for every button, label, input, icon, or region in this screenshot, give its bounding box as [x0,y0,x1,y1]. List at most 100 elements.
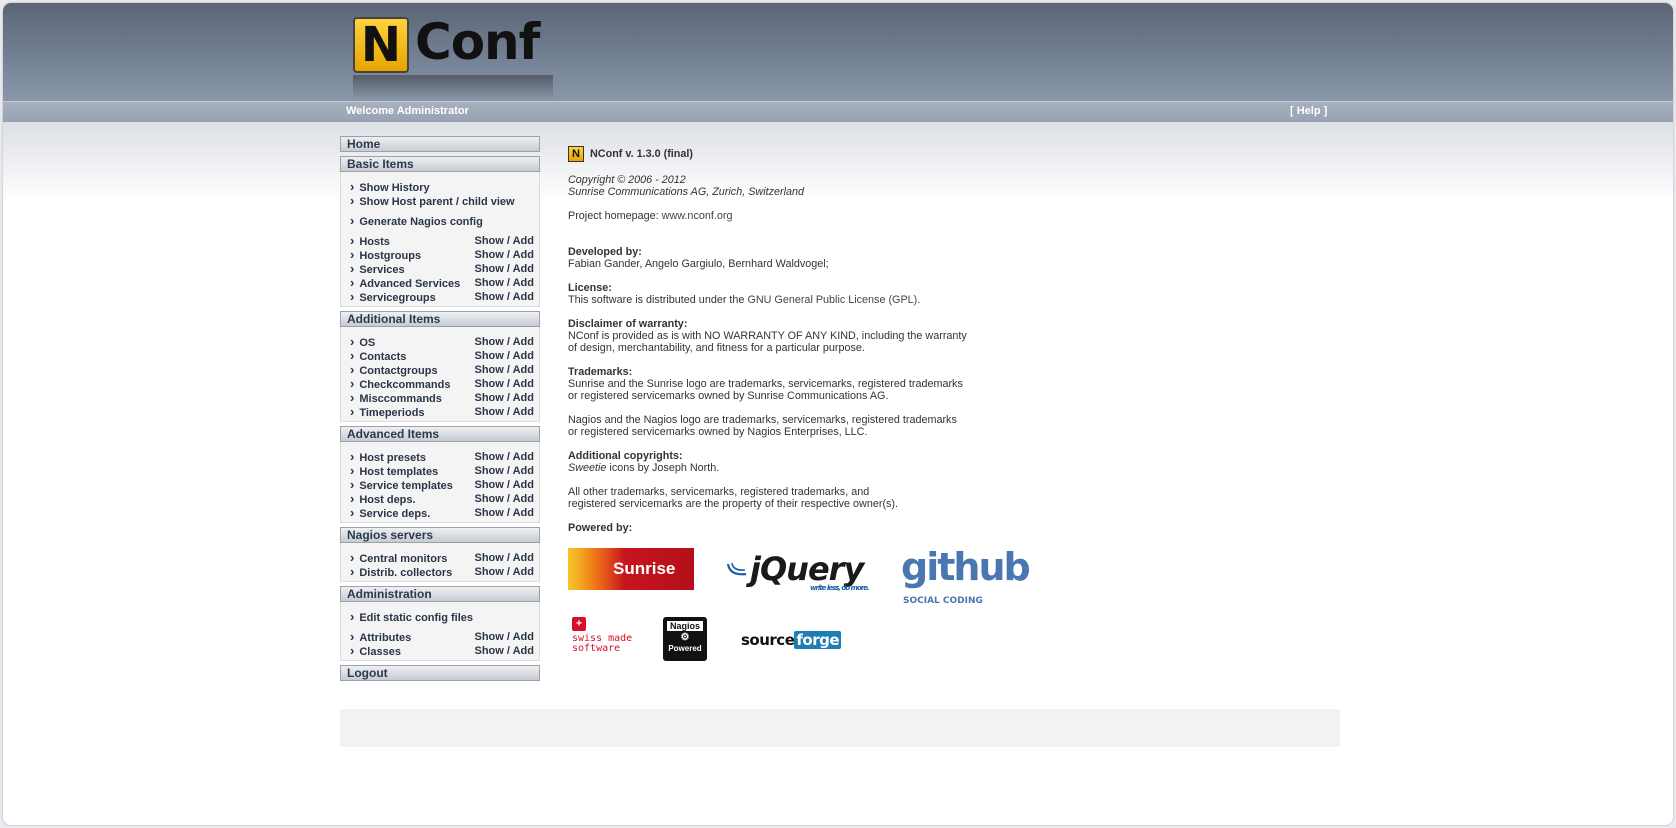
add-link[interactable]: Add [513,406,534,418]
add-link[interactable]: Add [513,552,534,564]
menu-item-label[interactable]: Distrib. collectors [350,565,452,579]
add-link[interactable]: Add [513,479,534,491]
show-link[interactable]: Show [475,277,504,289]
show-link[interactable]: Show [475,566,504,578]
menu-item-label[interactable]: Host templates [350,464,438,478]
swiss-made-logo[interactable]: + swiss made software [572,617,632,654]
show-link[interactable]: Show [475,493,504,505]
menu-administration-header[interactable]: Administration [340,586,540,602]
add-link[interactable]: Add [513,631,534,643]
add-link[interactable]: Add [513,392,534,404]
jquery-logo[interactable]: jQuery write less, do more. [750,550,870,592]
homepage-label: Project homepage: [568,210,662,222]
show-link[interactable]: Show [475,631,504,643]
show-link[interactable]: Show [475,451,504,463]
add-link[interactable]: Add [513,350,534,362]
add-link[interactable]: Add [513,263,534,275]
show-link[interactable]: Show [475,392,504,404]
menu-logout[interactable]: Logout [340,665,540,681]
show-link[interactable]: Show [475,406,504,418]
show-link[interactable]: Show [475,364,504,376]
help-link[interactable]: [ Help ] [1290,105,1327,117]
menu-additional-items-header[interactable]: Additional Items [340,311,540,327]
menu-item-generate-config[interactable]: Generate Nagios config [350,214,534,228]
menu-item-label[interactable]: Classes [350,644,401,658]
show-link[interactable]: Show [475,479,504,491]
show-link[interactable]: Show [475,235,504,247]
add-link[interactable]: Add [513,277,534,289]
github-logo[interactable]: github SOCIAL CODING [901,548,1031,606]
add-link[interactable]: Add [513,378,534,390]
menu-home[interactable]: Home [340,136,540,152]
add-link[interactable]: Add [513,235,534,247]
trademarks-title: Trademarks: [568,366,633,378]
menu-item-label[interactable]: Attributes [350,630,411,644]
menu-item-label[interactable]: Host presets [350,450,426,464]
add-link[interactable]: Add [513,493,534,505]
menu-basic-items-header[interactable]: Basic Items [340,156,540,172]
menu-item-show-history[interactable]: Show History [350,180,534,194]
menu-item-hosts: Hosts Show / Add [350,234,534,248]
separator: / [503,392,513,404]
menu-item-label[interactable]: Hosts [350,234,390,248]
add-link[interactable]: Add [513,336,534,348]
menu-item-label[interactable]: Servicegroups [350,290,435,304]
menu-item-label[interactable]: Central monitors [350,551,447,565]
menu-nagios-servers-header[interactable]: Nagios servers [340,527,540,543]
developed-text: Fabian Gander, Angelo Gargiulo, Bernhard… [568,258,829,270]
menu-item-label[interactable]: Generate Nagios config [350,214,482,228]
menu-item-label[interactable]: Checkcommands [350,377,450,391]
sunrise-logo[interactable]: Sunrise [568,548,694,590]
menu-item-contacts: Contacts Show / Add [350,349,534,363]
menu-item-label[interactable]: OS [350,335,375,349]
menu-item-edit-static[interactable]: Edit static config files [350,610,534,624]
show-link[interactable]: Show [475,291,504,303]
menu-item-host-templates: Host templates Show / Add [350,464,534,478]
menu-item-label[interactable]: Contacts [350,349,406,363]
add-link[interactable]: Add [513,291,534,303]
add-link[interactable]: Add [513,465,534,477]
show-link[interactable]: Show [475,350,504,362]
menu-item-show-host-parent[interactable]: Show Host parent / child view [350,194,534,208]
add-link[interactable]: Add [513,645,534,657]
add-link[interactable]: Add [513,451,534,463]
menu-item-label[interactable]: Host deps. [350,492,415,506]
menu-item-label[interactable]: Hostgroups [350,248,421,262]
menu-item-label[interactable]: Service deps. [350,506,430,520]
separator: / [503,451,513,463]
show-link[interactable]: Show [475,336,504,348]
show-link[interactable]: Show [475,645,504,657]
menu-item-label[interactable]: Services [350,262,404,276]
add-link[interactable]: Add [513,364,534,376]
separator: / [503,645,513,657]
menu-item-label[interactable]: Edit static config files [350,610,473,624]
license-link[interactable]: GNU General Public License (GPL). [747,294,920,306]
menu-advanced-items-header[interactable]: Advanced Items [340,426,540,442]
show-link[interactable]: Show [475,552,504,564]
nconf-logo[interactable]: N Conf [349,13,559,99]
other-tm-line2: registered servicemarks are the property… [568,498,899,510]
menu-item-label[interactable]: Misccommands [350,391,442,405]
add-link[interactable]: Add [513,566,534,578]
show-link[interactable]: Show [475,507,504,519]
menu-item-label[interactable]: Service templates [350,478,453,492]
add-link[interactable]: Add [513,249,534,261]
nagios-powered-logo[interactable]: Nagios ⚙ Powered [663,617,707,661]
menu-item-label[interactable]: Show History [350,180,429,194]
show-link[interactable]: Show [475,263,504,275]
show-link[interactable]: Show [475,465,504,477]
homepage-link[interactable]: www.nconf.org [662,210,733,222]
nagios-gear-icon: ⚙ [680,632,690,643]
menu-item-os: OS Show / Add [350,335,534,349]
menu-item-label[interactable]: Advanced Services [350,276,460,290]
show-link[interactable]: Show [475,249,504,261]
add-link[interactable]: Add [513,507,534,519]
separator: / [503,350,513,362]
show-link[interactable]: Show [475,378,504,390]
version-line: N NConf v. 1.3.0 (final) [568,146,1008,162]
menu-item-label[interactable]: Contactgroups [350,363,437,377]
menu-additional-items: OS Show / Add Contacts Show / Add Contactg… [340,327,540,422]
menu-item-label[interactable]: Timeperiods [350,405,424,419]
sourceforge-logo[interactable]: source forge [741,631,842,649]
menu-item-label[interactable]: Show Host parent / child view [350,194,514,208]
